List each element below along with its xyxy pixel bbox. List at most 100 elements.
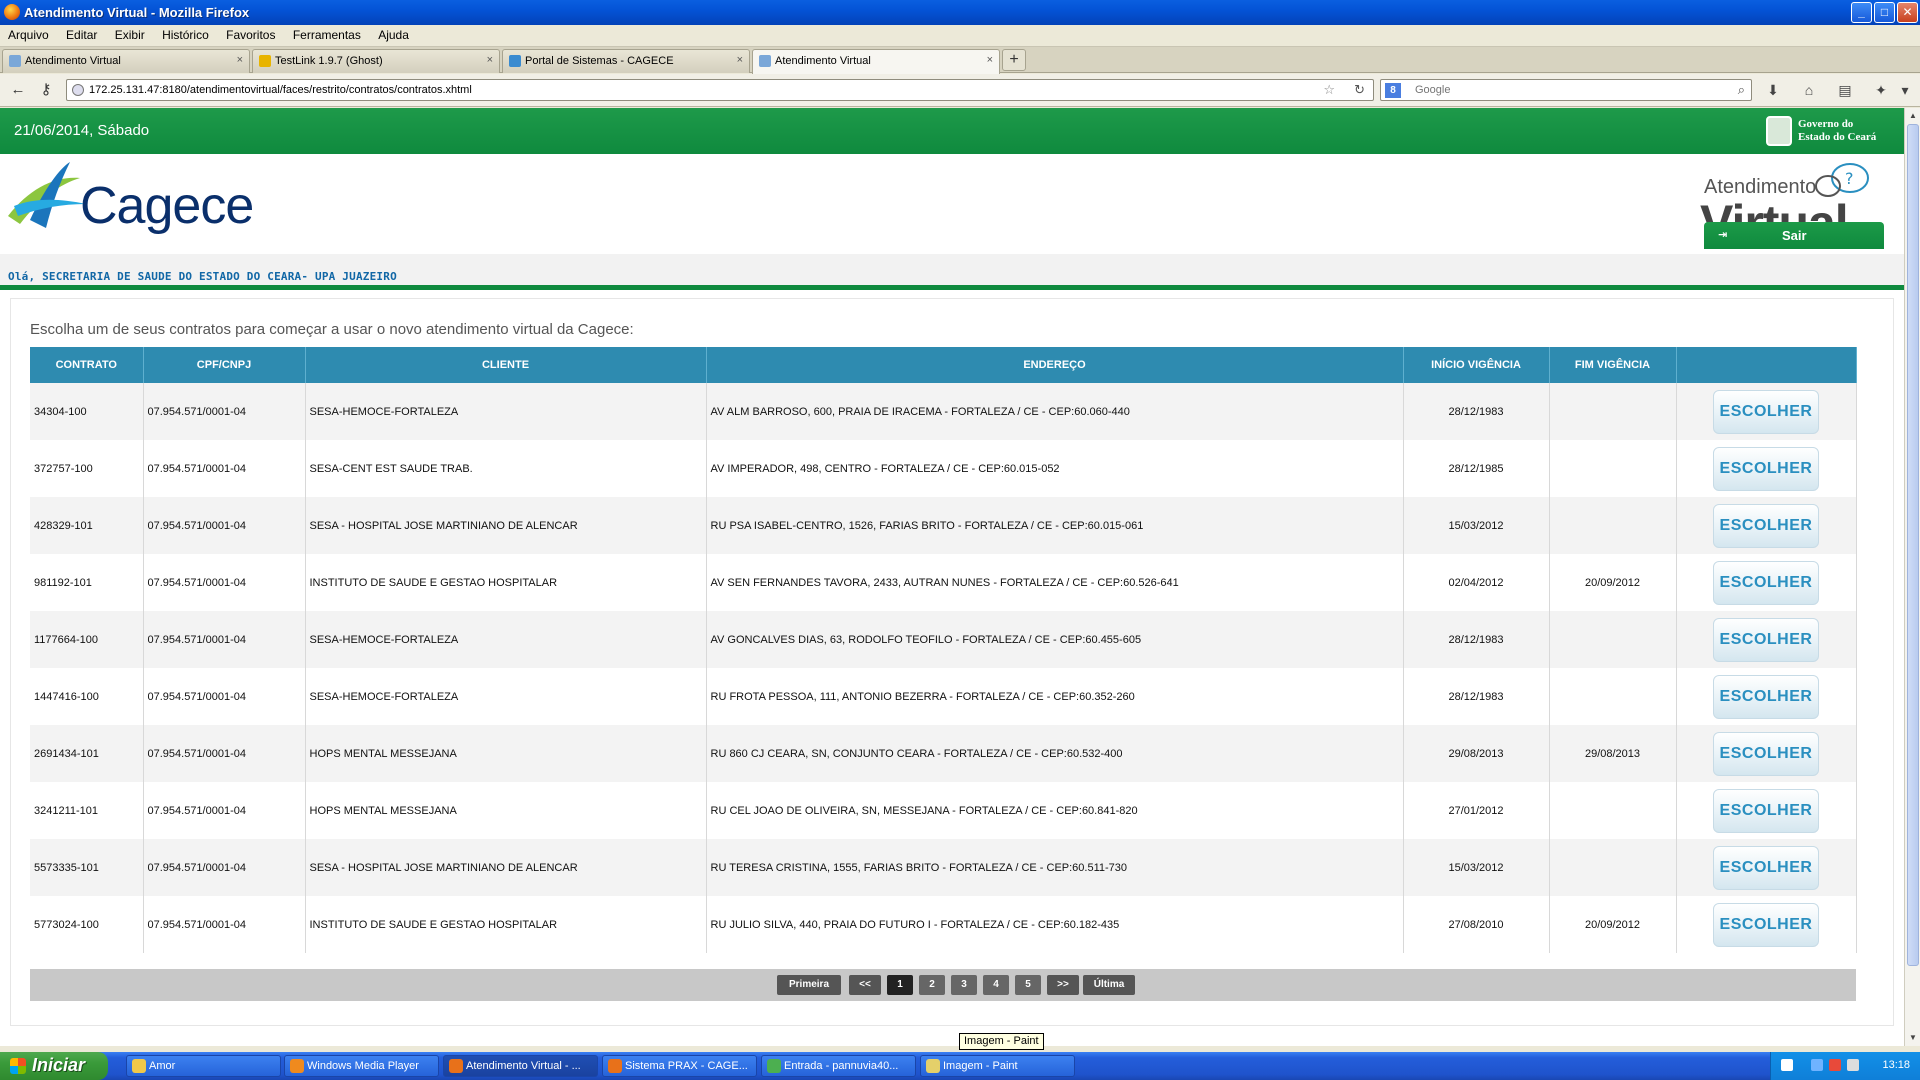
table-row: 5573335-101 07.954.571/0001-04 SESA - HOSP… <box>30 839 1857 896</box>
url-input[interactable] <box>89 82 1289 98</box>
escolher-button[interactable]: ESCOLHER <box>1713 503 1819 548</box>
network-icon[interactable] <box>1811 1059 1823 1071</box>
menu-editar[interactable]: Editar <box>59 25 104 45</box>
tab-close-icon[interactable]: × <box>737 54 743 66</box>
browser-tab[interactable]: TestLink 1.9.7 (Ghost) × <box>252 49 500 73</box>
pager-page[interactable]: 4 <box>983 975 1009 995</box>
tab-close-icon[interactable]: × <box>237 54 243 66</box>
help-icon[interactable] <box>1781 1059 1793 1071</box>
back-button[interactable]: ← <box>6 79 30 101</box>
new-tab-button[interactable]: + <box>1002 49 1026 71</box>
address-cell: RU CEL JOAO DE OLIVEIRA, SN, MESSEJANA -… <box>706 782 1404 839</box>
pager-prev[interactable]: << <box>849 975 881 995</box>
escolher-button[interactable]: ESCOLHER <box>1713 902 1819 947</box>
taskbar-item[interactable]: Sistema PRAX - CAGE... <box>602 1055 757 1077</box>
pager-page[interactable]: 2 <box>919 975 945 995</box>
pager-page[interactable]: 5 <box>1015 975 1041 995</box>
svg-text:?: ? <box>1845 169 1854 188</box>
contract-number-cell: 5573335-101 <box>30 839 144 896</box>
logout-button[interactable]: ⇥ Sair <box>1704 222 1884 249</box>
search-icon[interactable]: ⌕ <box>1738 82 1745 98</box>
cpf-cnpj-cell: 07.954.571/0001-04 <box>143 497 306 554</box>
menu-exibir[interactable]: Exibir <box>108 25 152 45</box>
pager-first[interactable]: Primeira <box>777 975 841 995</box>
column-header: CPF/CNPJ <box>143 347 306 383</box>
end-date-cell <box>1549 497 1677 554</box>
address-cell: RU JULIO SILVA, 440, PRAIA DO FUTURO I -… <box>706 896 1404 953</box>
cpf-cnpj-cell: 07.954.571/0001-04 <box>143 896 306 953</box>
intro-text: Escolha um de seus contratos para começa… <box>30 321 634 338</box>
table-row: 372757-100 07.954.571/0001-04 SESA-CENT ES… <box>30 440 1857 497</box>
google-icon[interactable]: 8 <box>1385 83 1401 98</box>
cagece-logo[interactable]: Cagece <box>0 158 260 238</box>
escolher-button[interactable]: ESCOLHER <box>1713 731 1819 776</box>
escolher-button[interactable]: ESCOLHER <box>1713 788 1819 833</box>
browser-tab-active[interactable]: Atendimento Virtual × <box>752 49 1000 74</box>
taskbar-item[interactable]: Imagem - Paint <box>920 1055 1075 1077</box>
menu-arrow-icon[interactable]: ▾ <box>1894 79 1916 101</box>
search-bar[interactable]: 8 ⌕ <box>1380 79 1752 101</box>
identity-key-icon[interactable]: ⚷ <box>34 79 58 101</box>
start-date-cell: 29/08/2013 <box>1403 725 1550 782</box>
column-header: CLIENTE <box>305 347 707 383</box>
browser-tab[interactable]: Portal de Sistemas - CAGECE × <box>502 49 750 73</box>
bookmark-star-icon[interactable]: ☆ <box>1323 82 1335 98</box>
table-row: 428329-101 07.954.571/0001-04 SESA - HOSPI… <box>30 497 1857 554</box>
maximize-button[interactable]: □ <box>1874 2 1895 23</box>
contract-number-cell: 981192-101 <box>30 554 144 611</box>
menu-ajuda[interactable]: Ajuda <box>371 25 416 45</box>
escolher-button[interactable]: ESCOLHER <box>1713 617 1819 662</box>
escolher-button[interactable]: ESCOLHER <box>1713 389 1819 434</box>
user-greeting: Olá, SECRETARIA DE SAUDE DO ESTADO DO CE… <box>8 270 397 283</box>
window-titlebar: Atendimento Virtual - Mozilla Firefox _ … <box>0 0 1920 25</box>
taskbar-item[interactable]: Amor <box>126 1055 281 1077</box>
minimize-button[interactable]: _ <box>1851 2 1872 23</box>
pager-next[interactable]: >> <box>1047 975 1079 995</box>
scroll-down-icon[interactable]: ▼ <box>1906 1030 1920 1046</box>
escolher-button[interactable]: ESCOLHER <box>1713 845 1819 890</box>
close-window-button[interactable]: ✕ <box>1897 2 1918 23</box>
column-header: FIM VIGÊNCIA <box>1549 347 1677 383</box>
scroll-thumb[interactable] <box>1907 124 1919 966</box>
start-date-cell: 27/08/2010 <box>1403 896 1550 953</box>
taskbar-item-active[interactable]: Atendimento Virtual - ... <box>443 1055 598 1077</box>
escolher-button[interactable]: ESCOLHER <box>1713 560 1819 605</box>
bookmarks-icon[interactable]: ▤ <box>1834 79 1856 101</box>
volume-icon[interactable] <box>1847 1059 1859 1071</box>
search-input[interactable] <box>1415 82 1715 98</box>
pager-page[interactable]: 3 <box>951 975 977 995</box>
download-icon[interactable]: ⬇ <box>1762 79 1784 101</box>
start-date-cell: 28/12/1983 <box>1403 383 1550 440</box>
taskbar-item[interactable]: Windows Media Player <box>284 1055 439 1077</box>
taskbar-item[interactable]: Entrada - pannuvia40... <box>761 1055 916 1077</box>
cpf-cnpj-cell: 07.954.571/0001-04 <box>143 383 306 440</box>
addons-icon[interactable]: ✦ <box>1870 79 1892 101</box>
pager-last[interactable]: Última <box>1083 975 1135 995</box>
end-date-cell: 29/08/2013 <box>1549 725 1677 782</box>
scroll-up-icon[interactable]: ▲ <box>1906 108 1920 124</box>
logout-icon: ⇥ <box>1718 229 1728 241</box>
start-date-cell: 28/12/1985 <box>1403 440 1550 497</box>
start-date-cell: 28/12/1983 <box>1403 611 1550 668</box>
page-viewport: 21/06/2014, Sábado Governo do Estado do … <box>0 108 1904 1046</box>
url-bar[interactable]: ☆ ↻ <box>66 79 1374 101</box>
reload-icon[interactable]: ↻ <box>1354 82 1365 98</box>
menu-historico[interactable]: Histórico <box>155 25 216 45</box>
globe-icon <box>72 84 84 96</box>
start-button[interactable]: Iniciar <box>0 1052 108 1080</box>
vertical-scrollbar[interactable]: ▲ ▼ <box>1904 108 1920 1046</box>
menu-favoritos[interactable]: Favoritos <box>219 25 282 45</box>
pager-page[interactable]: 1 <box>887 975 913 995</box>
menu-arquivo[interactable]: Arquivo <box>1 25 56 45</box>
tab-close-icon[interactable]: × <box>487 54 493 66</box>
security-icon[interactable] <box>1829 1059 1841 1071</box>
client-name-cell: INSTITUTO DE SAUDE E GESTAO HOSPITALAR <box>305 896 707 953</box>
browser-tab[interactable]: Atendimento Virtual × <box>2 49 250 73</box>
gov-line2: Estado do Ceará <box>1798 131 1877 143</box>
escolher-button[interactable]: ESCOLHER <box>1713 674 1819 719</box>
logo-text: Cagece <box>80 177 254 235</box>
tab-close-icon[interactable]: × <box>987 54 993 66</box>
menu-ferramentas[interactable]: Ferramentas <box>286 25 368 45</box>
home-icon[interactable]: ⌂ <box>1798 79 1820 101</box>
escolher-button[interactable]: ESCOLHER <box>1713 446 1819 491</box>
